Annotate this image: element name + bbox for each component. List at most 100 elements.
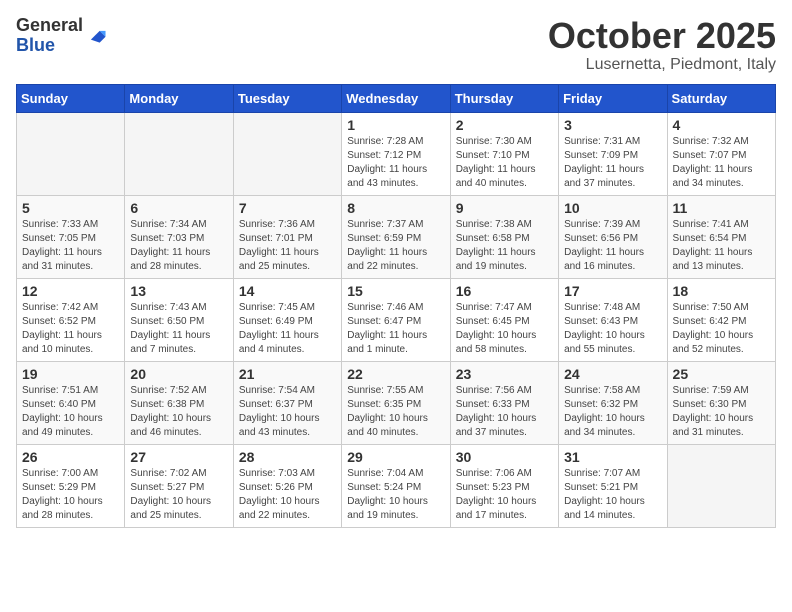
day-info: Sunrise: 7:30 AM Sunset: 7:10 PM Dayligh… (456, 135, 553, 191)
calendar-cell: 5Sunrise: 7:33 AM Sunset: 7:05 PM Daylig… (17, 195, 125, 278)
day-info: Sunrise: 7:48 AM Sunset: 6:43 PM Dayligh… (564, 301, 661, 357)
day-info: Sunrise: 7:42 AM Sunset: 6:52 PM Dayligh… (22, 301, 119, 357)
day-number: 23 (456, 366, 553, 382)
calendar-cell: 18Sunrise: 7:50 AM Sunset: 6:42 PM Dayli… (667, 278, 775, 361)
logo-icon (85, 25, 107, 47)
day-number: 21 (239, 366, 336, 382)
day-number: 14 (239, 283, 336, 299)
day-info: Sunrise: 7:52 AM Sunset: 6:38 PM Dayligh… (130, 384, 227, 440)
day-info: Sunrise: 7:03 AM Sunset: 5:26 PM Dayligh… (239, 467, 336, 523)
day-info: Sunrise: 7:39 AM Sunset: 6:56 PM Dayligh… (564, 218, 661, 274)
calendar-cell: 3 Sunrise: 7:31 AM Sunset: 7:09 PM Daylig… (559, 112, 667, 195)
calendar-cell: 7Sunrise: 7:36 AM Sunset: 7:01 PM Daylig… (233, 195, 341, 278)
column-header-sunday: Sunday (17, 84, 125, 112)
day-number: 22 (347, 366, 444, 382)
day-number: 10 (564, 200, 661, 216)
day-number: 7 (239, 200, 336, 216)
day-number: 2 (456, 117, 553, 133)
title-block: October 2025 Lusernetta, Piedmont, Italy (548, 16, 776, 74)
day-info: Sunrise: 7:02 AM Sunset: 5:27 PM Dayligh… (130, 467, 227, 523)
day-info: Sunrise: 7:51 AM Sunset: 6:40 PM Dayligh… (22, 384, 119, 440)
calendar-cell: 4 Sunrise: 7:32 AM Sunset: 7:07 PM Daylig… (667, 112, 775, 195)
calendar-cell: 27Sunrise: 7:02 AM Sunset: 5:27 PM Dayli… (125, 444, 233, 527)
day-info: Sunrise: 7:28 AM Sunset: 7:12 PM Dayligh… (347, 135, 444, 191)
calendar-cell: 13 Sunrise: 7:43 AM Sunset: 6:50 PM Dayli… (125, 278, 233, 361)
day-number: 24 (564, 366, 661, 382)
day-info: Sunrise: 7:04 AM Sunset: 5:24 PM Dayligh… (347, 467, 444, 523)
page-header: General Blue October 2025 Lusernetta, Pi… (16, 16, 776, 74)
day-info: Sunrise: 7:55 AM Sunset: 6:35 PM Dayligh… (347, 384, 444, 440)
day-info: Sunrise: 7:46 AM Sunset: 6:47 PM Dayligh… (347, 301, 444, 357)
day-number: 25 (673, 366, 770, 382)
logo-blue: Blue (16, 35, 55, 55)
day-number: 16 (456, 283, 553, 299)
day-info: Sunrise: 7:58 AM Sunset: 6:32 PM Dayligh… (564, 384, 661, 440)
column-header-saturday: Saturday (667, 84, 775, 112)
column-header-wednesday: Wednesday (342, 84, 450, 112)
day-number: 11 (673, 200, 770, 216)
day-number: 15 (347, 283, 444, 299)
calendar-cell: 16 Sunrise: 7:47 AM Sunset: 6:45 PM Dayli… (450, 278, 558, 361)
day-number: 20 (130, 366, 227, 382)
day-info: Sunrise: 7:06 AM Sunset: 5:23 PM Dayligh… (456, 467, 553, 523)
column-header-thursday: Thursday (450, 84, 558, 112)
column-header-tuesday: Tuesday (233, 84, 341, 112)
day-info: Sunrise: 7:37 AM Sunset: 6:59 PM Dayligh… (347, 218, 444, 274)
day-info: Sunrise: 7:56 AM Sunset: 6:33 PM Dayligh… (456, 384, 553, 440)
day-number: 28 (239, 449, 336, 465)
day-info: Sunrise: 7:34 AM Sunset: 7:03 PM Dayligh… (130, 218, 227, 274)
calendar-cell: 23 Sunrise: 7:56 AM Sunset: 6:33 PM Dayli… (450, 361, 558, 444)
calendar-cell: 6 Sunrise: 7:34 AM Sunset: 7:03 PM Daylig… (125, 195, 233, 278)
day-number: 8 (347, 200, 444, 216)
calendar-header-row: SundayMondayTuesdayWednesdayThursdayFrid… (17, 84, 776, 112)
day-info: Sunrise: 7:41 AM Sunset: 6:54 PM Dayligh… (673, 218, 770, 274)
day-number: 4 (673, 117, 770, 133)
day-number: 6 (130, 200, 227, 216)
calendar-week-2: 5Sunrise: 7:33 AM Sunset: 7:05 PM Daylig… (17, 195, 776, 278)
day-info: Sunrise: 7:47 AM Sunset: 6:45 PM Dayligh… (456, 301, 553, 357)
calendar-cell: 26Sunrise: 7:00 AM Sunset: 5:29 PM Dayli… (17, 444, 125, 527)
day-info: Sunrise: 7:07 AM Sunset: 5:21 PM Dayligh… (564, 467, 661, 523)
day-info: Sunrise: 7:33 AM Sunset: 7:05 PM Dayligh… (22, 218, 119, 274)
calendar-cell: 31 Sunrise: 7:07 AM Sunset: 5:21 PM Dayli… (559, 444, 667, 527)
day-number: 1 (347, 117, 444, 133)
day-number: 12 (22, 283, 119, 299)
day-info: Sunrise: 7:32 AM Sunset: 7:07 PM Dayligh… (673, 135, 770, 191)
calendar-cell: 12 Sunrise: 7:42 AM Sunset: 6:52 PM Dayli… (17, 278, 125, 361)
calendar-cell: 2 Sunrise: 7:30 AM Sunset: 7:10 PM Daylig… (450, 112, 558, 195)
column-header-friday: Friday (559, 84, 667, 112)
day-info: Sunrise: 7:43 AM Sunset: 6:50 PM Dayligh… (130, 301, 227, 357)
calendar-cell: 9Sunrise: 7:38 AM Sunset: 6:58 PM Daylig… (450, 195, 558, 278)
calendar-cell: 24 Sunrise: 7:58 AM Sunset: 6:32 PM Dayli… (559, 361, 667, 444)
calendar-table: SundayMondayTuesdayWednesdayThursdayFrid… (16, 84, 776, 528)
month-title: October 2025 (548, 16, 776, 56)
day-info: Sunrise: 7:31 AM Sunset: 7:09 PM Dayligh… (564, 135, 661, 191)
location-title: Lusernetta, Piedmont, Italy (548, 56, 776, 74)
calendar-week-1: 1 Sunrise: 7:28 AM Sunset: 7:12 PM Daylig… (17, 112, 776, 195)
day-number: 31 (564, 449, 661, 465)
calendar-cell: 21Sunrise: 7:54 AM Sunset: 6:37 PM Dayli… (233, 361, 341, 444)
calendar-cell (233, 112, 341, 195)
day-number: 26 (22, 449, 119, 465)
calendar-cell: 20 Sunrise: 7:52 AM Sunset: 6:38 PM Dayli… (125, 361, 233, 444)
day-info: Sunrise: 7:45 AM Sunset: 6:49 PM Dayligh… (239, 301, 336, 357)
calendar-week-4: 19 Sunrise: 7:51 AM Sunset: 6:40 PM Dayli… (17, 361, 776, 444)
column-header-monday: Monday (125, 84, 233, 112)
logo-general: General (16, 15, 83, 35)
day-number: 13 (130, 283, 227, 299)
calendar-cell: 17 Sunrise: 7:48 AM Sunset: 6:43 PM Dayli… (559, 278, 667, 361)
calendar-cell: 15 Sunrise: 7:46 AM Sunset: 6:47 PM Dayli… (342, 278, 450, 361)
day-number: 19 (22, 366, 119, 382)
day-number: 3 (564, 117, 661, 133)
calendar-cell: 14 Sunrise: 7:45 AM Sunset: 6:49 PM Dayli… (233, 278, 341, 361)
calendar-cell: 8 Sunrise: 7:37 AM Sunset: 6:59 PM Daylig… (342, 195, 450, 278)
calendar-week-5: 26Sunrise: 7:00 AM Sunset: 5:29 PM Dayli… (17, 444, 776, 527)
calendar-cell (17, 112, 125, 195)
day-number: 17 (564, 283, 661, 299)
calendar-cell: 11 Sunrise: 7:41 AM Sunset: 6:54 PM Dayli… (667, 195, 775, 278)
day-info: Sunrise: 7:38 AM Sunset: 6:58 PM Dayligh… (456, 218, 553, 274)
calendar-cell (125, 112, 233, 195)
calendar-cell: 10 Sunrise: 7:39 AM Sunset: 6:56 PM Dayli… (559, 195, 667, 278)
day-number: 29 (347, 449, 444, 465)
day-info: Sunrise: 7:59 AM Sunset: 6:30 PM Dayligh… (673, 384, 770, 440)
